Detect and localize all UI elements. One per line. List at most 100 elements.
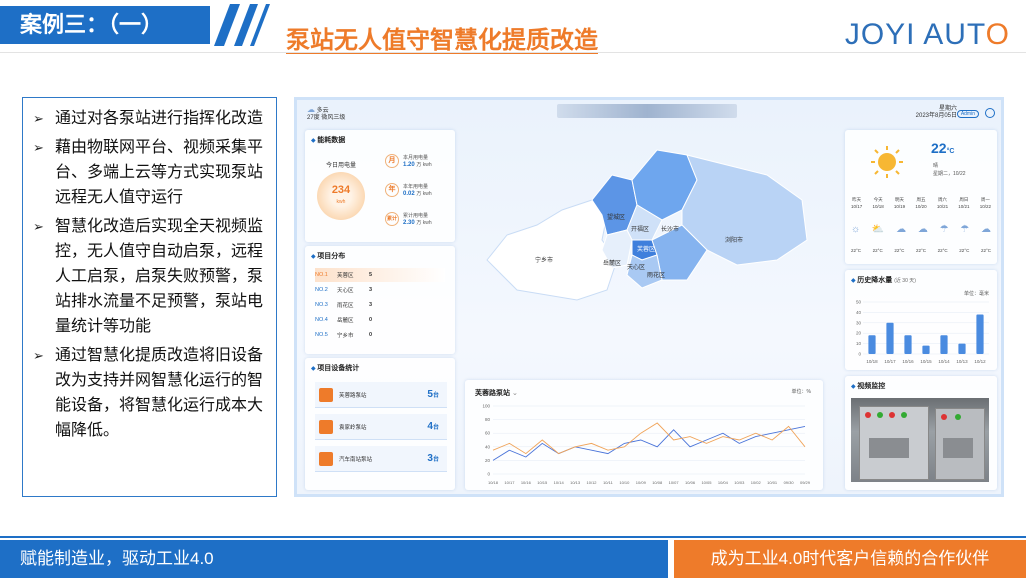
forecast-temp: 22°C — [894, 248, 905, 253]
district-map — [486, 149, 808, 301]
month-figure: 1.20 万 kwh — [403, 161, 432, 168]
x-tick-label: 10/17 — [504, 480, 515, 485]
forecast-day-date: 10/18 — [872, 204, 884, 209]
distribution-name: 宁乡市 — [337, 333, 354, 339]
y-tick-label: 40 — [485, 444, 491, 449]
distribution-name: 芙蓉区 — [337, 273, 354, 279]
x-tick-label: 10/10 — [619, 480, 630, 485]
x-tick-label: 10/14 — [938, 359, 950, 364]
forecast-day: 明天 10/19 — [894, 196, 905, 210]
forecast-day: 今天 10/18 — [872, 196, 883, 210]
x-tick-label: 10/15 — [537, 480, 548, 485]
bar — [922, 345, 930, 354]
x-tick-label: 10/18 — [488, 480, 499, 485]
chevron-down-icon[interactable]: ⌄ — [512, 390, 518, 397]
case-label: 案例三：（一） — [0, 6, 210, 44]
map-label: 望城区 — [607, 215, 626, 221]
bullet-text: 藉由物联网平台、视频采集平台、多端上云等方式实现泵站远程无人值守运行 — [55, 139, 264, 206]
device-count-unit: 台 — [432, 425, 439, 431]
forecast-day-name: 周日 — [959, 197, 969, 202]
forecast-temp: 22°C — [980, 248, 991, 253]
year-figure: 0.02 万 kwh — [403, 190, 432, 197]
bullet-item: ➢ 通过对各泵站进行指挥化改造 — [33, 106, 268, 131]
distribution-panel: 项目分布 NO.1芙蓉区5NO.2天心区3NO.3雨花区3NO.4岳麓区0NO.… — [305, 246, 455, 354]
weather-condition: 多云 — [316, 108, 329, 114]
x-tick-label: 10/09 — [636, 480, 647, 485]
distribution-row: NO.4 岳麓区 0 — [315, 313, 445, 327]
video-panel: 视频监控 — [845, 376, 997, 490]
rain-title-text: 历史降水量 — [857, 277, 893, 284]
topbar-date: 星期六 2023年8月05日 — [916, 106, 957, 120]
bullet-item: ➢ 通过智慧化提质改造将旧设备改为支持并网智慧化运行的智能设备，将智慧化运行成本大… — [33, 343, 268, 443]
weather-forecast-temps: 22°C 22°C 22°C 22°C 22°C 22°C 22°C — [851, 248, 991, 253]
pump-icon — [319, 419, 333, 434]
distribution-row: NO.3 雨花区 3 — [315, 298, 445, 312]
device-row: 袁家岭泵站 4台 — [315, 414, 447, 440]
video-title: 视频监控 — [851, 381, 885, 391]
power-icon[interactable] — [985, 108, 995, 118]
map-label: 开福区 — [631, 227, 650, 233]
total-figure: 2.30 万 kwh — [403, 219, 432, 226]
devices-title: 项目设备统计 — [311, 363, 359, 373]
map-label: 宁乡市 — [535, 258, 554, 264]
forecast-day: 周六 10/21 — [937, 196, 948, 210]
x-tick-label: 10/12 — [974, 359, 986, 364]
x-tick-label: 10/08 — [652, 480, 663, 485]
x-tick-label: 10/15 — [920, 359, 932, 364]
distribution-rank: NO.2 — [315, 287, 328, 293]
x-tick-label: 10/07 — [669, 480, 680, 485]
energy-panel: 能耗数据 今日用电量 234 kwh 月 本月用电量 1.20 万 kwh 年 … — [305, 130, 455, 242]
year-unit: 万 kwh — [416, 191, 432, 197]
indicator-light — [865, 412, 871, 418]
forecast-day-name: 明天 — [895, 197, 905, 202]
device-count: 3台 — [427, 453, 439, 464]
x-tick-label: 10/14 — [554, 480, 565, 485]
pump-icon — [319, 387, 333, 402]
bar — [904, 335, 912, 354]
y-tick-label: 100 — [482, 404, 490, 409]
weekday: 星期六 — [938, 106, 957, 112]
weather-day-date: 星期二，10/22 — [933, 171, 966, 177]
device-count: 5台 — [427, 389, 439, 400]
admin-badge[interactable]: Admin — [956, 110, 979, 118]
cloud-icon: ☁ — [917, 224, 928, 235]
map-label: 天心区 — [627, 265, 646, 271]
weather-temp-unit: °C — [946, 148, 955, 155]
map-label: 岳麓区 — [603, 261, 622, 267]
dashboard-screenshot: ☁ 多云 27度 微风三级 星期六 2023年8月05日 Admin 能耗数据 … — [294, 97, 1004, 497]
total-unit: 万 kwh — [416, 220, 432, 226]
y-tick-label: 30 — [856, 320, 862, 325]
video-feed[interactable] — [851, 398, 989, 482]
weather-panel: 22°C 晴 星期二，10/22 昨天 10/17 今天 10/18 明天 10/19 周五… — [845, 130, 997, 264]
x-tick-label: 10/06 — [685, 480, 696, 485]
weather-temp: 27度 微风三级 — [307, 115, 346, 121]
cloud-sun-icon: ⛅ — [871, 224, 885, 235]
weather-condition-text: 晴 — [933, 163, 939, 169]
rain-icon: ☂ — [960, 224, 970, 235]
distribution-name: 天心区 — [337, 288, 354, 294]
arrow-icon: ➢ — [33, 111, 44, 126]
x-tick-label: 10/16 — [521, 480, 532, 485]
date: 2023年8月05日 — [915, 113, 957, 119]
bar — [976, 314, 984, 354]
distribution-count: 3 — [369, 287, 373, 293]
device-count-unit: 台 — [432, 457, 439, 463]
distribution-title: 项目分布 — [311, 251, 345, 261]
pump-icon — [319, 451, 333, 466]
sun-icon — [871, 146, 903, 178]
year-label: 本年用电量 — [403, 184, 429, 190]
indicator-light — [901, 412, 907, 418]
bullet-item: ➢ 藉由物联网平台、视频采集平台、多端上云等方式实现泵站远程无人值守运行 — [33, 135, 268, 210]
y-tick-label: 80 — [485, 417, 491, 422]
forecast-day: 周五 10/20 — [915, 196, 926, 210]
series-line — [492, 425, 806, 461]
bullet-list: ➢ 通过对各泵站进行指挥化改造 ➢ 藉由物联网平台、视频采集平台、多端上云等方式实现… — [22, 97, 277, 497]
y-tick-label: 0 — [487, 472, 490, 477]
distribution-row: NO.5 宁乡市 0 — [315, 328, 445, 342]
device-count-unit: 台 — [432, 393, 439, 399]
distribution-count: 0 — [369, 317, 373, 323]
distribution-rank: NO.3 — [315, 302, 328, 308]
distribution-row: NO.1 芙蓉区 5 — [315, 268, 445, 282]
forecast-temp: 22°C — [872, 248, 883, 253]
bullet-text: 通过智慧化提质改造将旧设备改为支持并网智慧化运行的智能设备，将智慧化运行成本大幅… — [55, 347, 264, 439]
